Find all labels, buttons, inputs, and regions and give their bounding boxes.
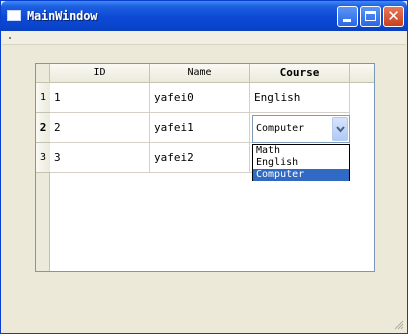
- menu-bar[interactable]: [2, 31, 406, 45]
- close-button[interactable]: ✕: [383, 6, 404, 27]
- title-bar[interactable]: MainWindow ✕: [1, 1, 407, 31]
- combo-dropdown-button[interactable]: [332, 117, 348, 141]
- column-header-course[interactable]: Course: [250, 64, 350, 83]
- maximize-icon: [365, 11, 376, 21]
- header-filler: [350, 64, 374, 83]
- combo-popup-list[interactable]: Math English Computer: [252, 144, 350, 181]
- minimize-button[interactable]: [337, 6, 358, 27]
- combo-current-value: Computer: [256, 123, 305, 134]
- maximize-button[interactable]: [360, 6, 381, 27]
- course-combo-box[interactable]: Computer: [252, 115, 350, 143]
- combo-option-computer[interactable]: Computer: [253, 169, 349, 181]
- row-header-2[interactable]: 2: [36, 113, 50, 143]
- row-header-column: 1 2 3: [36, 83, 50, 271]
- app-icon[interactable]: [7, 10, 21, 21]
- cell-course[interactable]: English: [250, 83, 350, 113]
- column-header-id[interactable]: ID: [50, 64, 150, 83]
- window-title: MainWindow: [27, 9, 98, 23]
- row-header-3[interactable]: 3: [36, 143, 50, 173]
- column-header-name[interactable]: Name: [150, 64, 250, 83]
- cell-name[interactable]: yafei2: [150, 143, 250, 173]
- cell-name[interactable]: yafei0: [150, 83, 250, 113]
- minimize-icon: [343, 19, 351, 22]
- table-corner-button[interactable]: [36, 64, 50, 83]
- resize-grip-icon[interactable]: [394, 320, 404, 330]
- combo-option-english[interactable]: English: [253, 157, 349, 169]
- row-header-1[interactable]: 1: [36, 83, 50, 113]
- main-window: MainWindow ✕ ID Name Course 1 2 3 1 yafe…: [0, 0, 408, 334]
- cell-id[interactable]: 3: [50, 143, 150, 173]
- menu-grip: [9, 37, 11, 39]
- cell-name[interactable]: yafei1: [150, 113, 250, 143]
- combo-option-math[interactable]: Math: [253, 145, 349, 157]
- cell-id[interactable]: 1: [50, 83, 150, 113]
- cell-id[interactable]: 2: [50, 113, 150, 143]
- course-table[interactable]: ID Name Course 1 2 3 1 yafei0 English 2 …: [35, 63, 375, 272]
- chevron-down-icon: [336, 126, 345, 133]
- close-icon: ✕: [387, 7, 400, 25]
